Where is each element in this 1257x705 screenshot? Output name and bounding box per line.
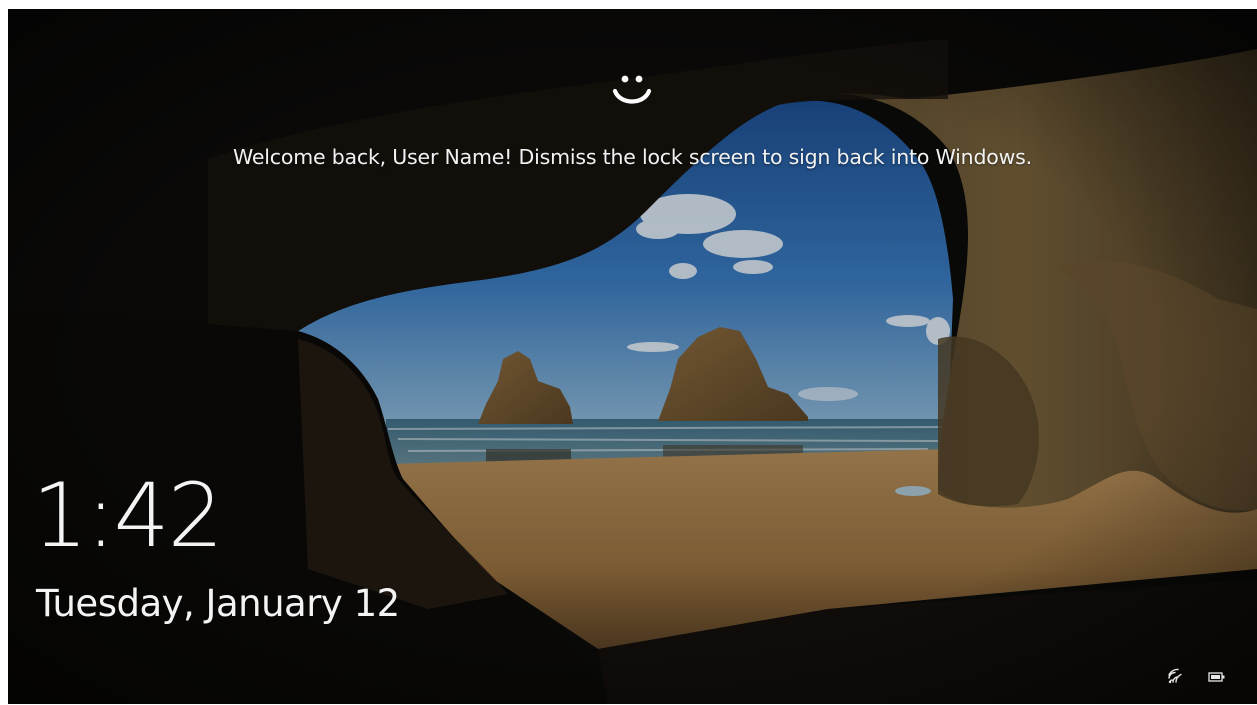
lock-screen-time: 1:42	[32, 464, 224, 567]
welcome-message: Welcome back, User Name! Dismiss the loc…	[233, 145, 1032, 169]
wifi-signal-icon[interactable]	[1167, 668, 1187, 684]
battery-icon[interactable]	[1207, 669, 1227, 685]
lock-screen[interactable]: Welcome back, User Name! Dismiss the loc…	[8, 9, 1257, 704]
windows-hello-face-icon	[612, 75, 652, 104]
lock-screen-date: Tuesday, January 12	[36, 582, 400, 625]
